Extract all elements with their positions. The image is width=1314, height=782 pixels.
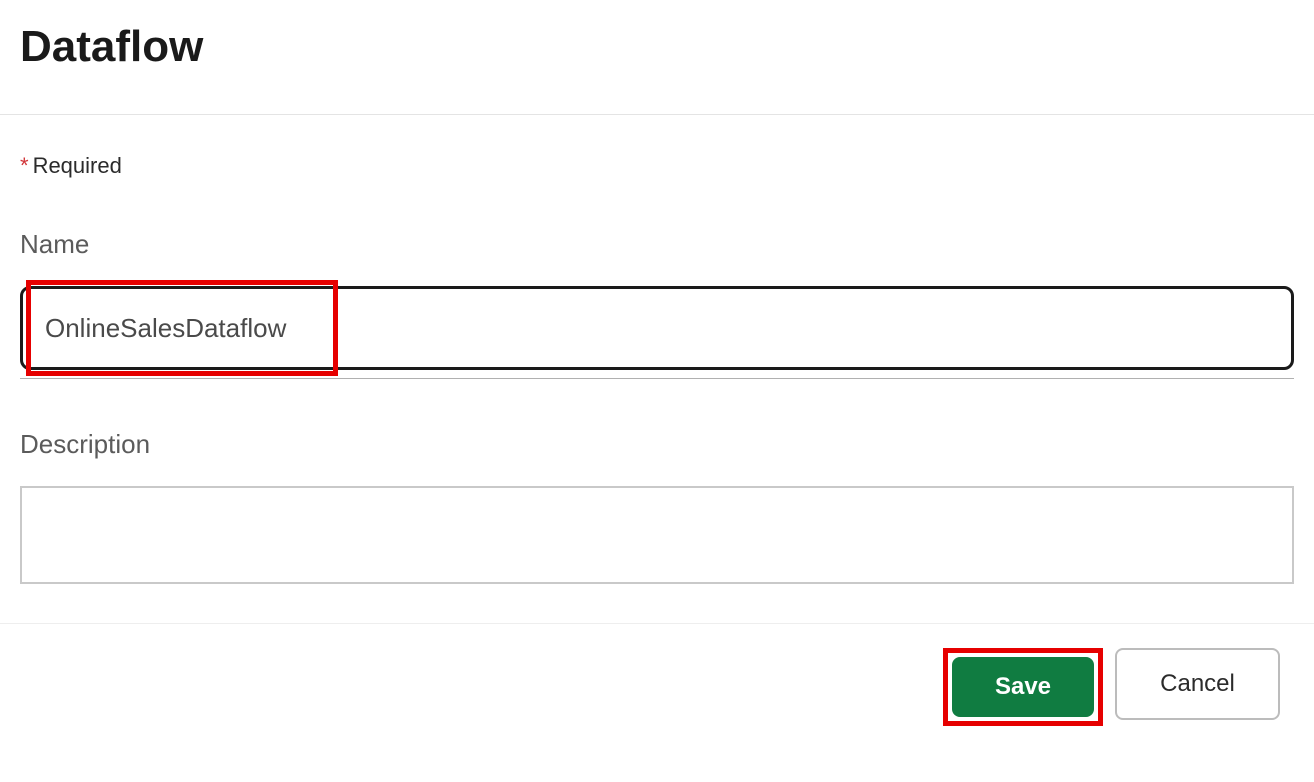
required-indicator: *Required	[20, 115, 1294, 179]
name-input[interactable]	[20, 286, 1294, 370]
name-underline	[20, 378, 1294, 379]
description-input[interactable]	[20, 486, 1294, 584]
description-label: Description	[20, 429, 1294, 460]
required-label: Required	[33, 153, 122, 178]
cancel-button[interactable]: Cancel	[1115, 648, 1280, 720]
save-button[interactable]: Save	[952, 657, 1094, 717]
name-label: Name	[20, 229, 1294, 260]
required-asterisk: *	[20, 153, 29, 178]
button-row: Save Cancel	[20, 624, 1294, 726]
name-input-wrapper	[20, 286, 1294, 370]
dialog-title: Dataflow	[20, 0, 1294, 114]
dataflow-dialog: Dataflow *Required Name Description Save…	[0, 0, 1314, 726]
save-highlight-box: Save	[943, 648, 1103, 726]
